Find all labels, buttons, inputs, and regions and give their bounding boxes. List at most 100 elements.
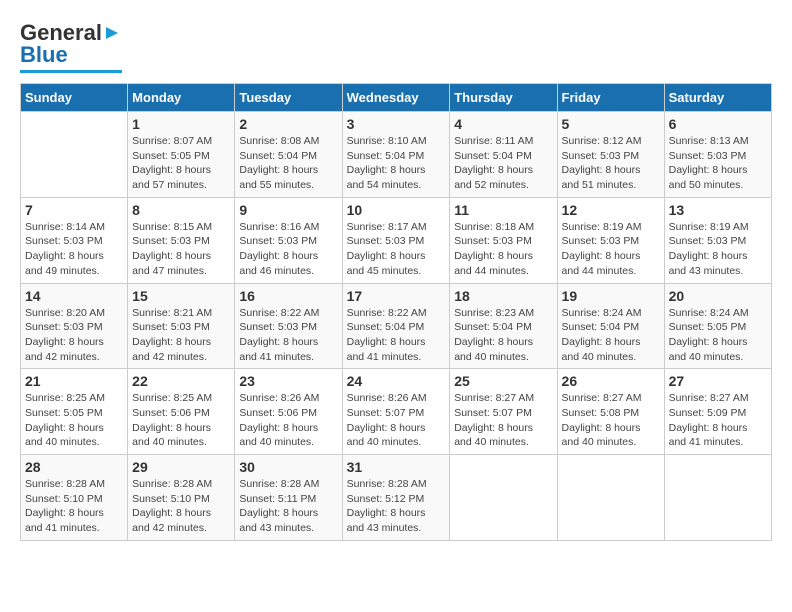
calendar-cell: 16 Sunrise: 8:22 AM Sunset: 5:03 PM Dayli… <box>235 283 342 369</box>
day-number: 2 <box>239 116 337 132</box>
day-info: Sunrise: 8:07 AM Sunset: 5:05 PM Dayligh… <box>132 134 230 193</box>
day-info: Sunrise: 8:08 AM Sunset: 5:04 PM Dayligh… <box>239 134 337 193</box>
day-info: Sunrise: 8:20 AM Sunset: 5:03 PM Dayligh… <box>25 306 123 365</box>
calendar-cell: 14 Sunrise: 8:20 AM Sunset: 5:03 PM Dayli… <box>21 283 128 369</box>
day-number: 21 <box>25 373 123 389</box>
day-info: Sunrise: 8:19 AM Sunset: 5:03 PM Dayligh… <box>562 220 660 279</box>
calendar-cell <box>450 455 557 541</box>
calendar-cell: 5 Sunrise: 8:12 AM Sunset: 5:03 PM Daylig… <box>557 112 664 198</box>
day-info: Sunrise: 8:17 AM Sunset: 5:03 PM Dayligh… <box>347 220 446 279</box>
day-info: Sunrise: 8:15 AM Sunset: 5:03 PM Dayligh… <box>132 220 230 279</box>
day-number: 20 <box>669 288 767 304</box>
calendar-week-row: 1 Sunrise: 8:07 AM Sunset: 5:05 PM Daylig… <box>21 112 772 198</box>
day-info: Sunrise: 8:16 AM Sunset: 5:03 PM Dayligh… <box>239 220 337 279</box>
calendar-cell: 27Sunrise: 8:27 AM Sunset: 5:09 PM Dayli… <box>664 369 771 455</box>
day-info: Sunrise: 8:14 AM Sunset: 5:03 PM Dayligh… <box>25 220 123 279</box>
day-info: Sunrise: 8:24 AM Sunset: 5:05 PM Dayligh… <box>669 306 767 365</box>
calendar-cell: 30 Sunrise: 8:28 AM Sunset: 5:11 PM Dayli… <box>235 455 342 541</box>
day-number: 27 <box>669 373 767 389</box>
calendar-cell <box>21 112 128 198</box>
day-number: 13 <box>669 202 767 218</box>
day-number: 6 <box>669 116 767 132</box>
day-header-monday: Monday <box>128 84 235 112</box>
day-number: 29 <box>132 459 230 475</box>
calendar-week-row: 14 Sunrise: 8:20 AM Sunset: 5:03 PM Dayli… <box>21 283 772 369</box>
day-number: 5 <box>562 116 660 132</box>
day-info: Sunrise: 8:22 AM Sunset: 5:04 PM Dayligh… <box>347 306 446 365</box>
day-info: Sunrise: 8:13 AM Sunset: 5:03 PM Dayligh… <box>669 134 767 193</box>
calendar-cell: 3 Sunrise: 8:10 AM Sunset: 5:04 PM Daylig… <box>342 112 450 198</box>
day-info: Sunrise: 8:27 AM Sunset: 5:07 PM Dayligh… <box>454 391 552 450</box>
day-info: Sunrise: 8:12 AM Sunset: 5:03 PM Dayligh… <box>562 134 660 193</box>
day-info: Sunrise: 8:26 AM Sunset: 5:07 PM Dayligh… <box>347 391 446 450</box>
day-number: 8 <box>132 202 230 218</box>
calendar-week-row: 7 Sunrise: 8:14 AM Sunset: 5:03 PM Daylig… <box>21 197 772 283</box>
calendar-cell: 11 Sunrise: 8:18 AM Sunset: 5:03 PM Dayli… <box>450 197 557 283</box>
day-number: 9 <box>239 202 337 218</box>
calendar-cell: 6 Sunrise: 8:13 AM Sunset: 5:03 PM Daylig… <box>664 112 771 198</box>
day-info: Sunrise: 8:28 AM Sunset: 5:11 PM Dayligh… <box>239 477 337 536</box>
day-number: 30 <box>239 459 337 475</box>
day-number: 12 <box>562 202 660 218</box>
calendar-cell: 25 Sunrise: 8:27 AM Sunset: 5:07 PM Dayli… <box>450 369 557 455</box>
calendar-cell: 20 Sunrise: 8:24 AM Sunset: 5:05 PM Dayli… <box>664 283 771 369</box>
day-info: Sunrise: 8:11 AM Sunset: 5:04 PM Dayligh… <box>454 134 552 193</box>
day-info: Sunrise: 8:19 AM Sunset: 5:03 PM Dayligh… <box>669 220 767 279</box>
day-info: Sunrise: 8:28 AM Sunset: 5:10 PM Dayligh… <box>25 477 123 536</box>
calendar-cell: 31 Sunrise: 8:28 AM Sunset: 5:12 PM Dayli… <box>342 455 450 541</box>
calendar-cell: 12 Sunrise: 8:19 AM Sunset: 5:03 PM Dayli… <box>557 197 664 283</box>
calendar-cell: 8 Sunrise: 8:15 AM Sunset: 5:03 PM Daylig… <box>128 197 235 283</box>
logo: General Blue <box>20 20 122 73</box>
day-number: 23 <box>239 373 337 389</box>
calendar-week-row: 21Sunrise: 8:25 AM Sunset: 5:05 PM Dayli… <box>21 369 772 455</box>
logo-text-blue: Blue <box>20 42 68 68</box>
day-number: 1 <box>132 116 230 132</box>
calendar-table: SundayMondayTuesdayWednesdayThursdayFrid… <box>20 83 772 541</box>
day-info: Sunrise: 8:28 AM Sunset: 5:12 PM Dayligh… <box>347 477 446 536</box>
day-number: 18 <box>454 288 552 304</box>
calendar-cell: 17 Sunrise: 8:22 AM Sunset: 5:04 PM Dayli… <box>342 283 450 369</box>
day-info: Sunrise: 8:22 AM Sunset: 5:03 PM Dayligh… <box>239 306 337 365</box>
day-number: 24 <box>347 373 446 389</box>
day-info: Sunrise: 8:10 AM Sunset: 5:04 PM Dayligh… <box>347 134 446 193</box>
day-info: Sunrise: 8:21 AM Sunset: 5:03 PM Dayligh… <box>132 306 230 365</box>
day-header-wednesday: Wednesday <box>342 84 450 112</box>
page-header: General Blue <box>20 20 772 73</box>
day-info: Sunrise: 8:18 AM Sunset: 5:03 PM Dayligh… <box>454 220 552 279</box>
day-number: 14 <box>25 288 123 304</box>
calendar-cell <box>557 455 664 541</box>
day-number: 10 <box>347 202 446 218</box>
calendar-cell: 15Sunrise: 8:21 AM Sunset: 5:03 PM Dayli… <box>128 283 235 369</box>
day-info: Sunrise: 8:26 AM Sunset: 5:06 PM Dayligh… <box>239 391 337 450</box>
day-number: 28 <box>25 459 123 475</box>
day-number: 17 <box>347 288 446 304</box>
day-number: 16 <box>239 288 337 304</box>
day-info: Sunrise: 8:28 AM Sunset: 5:10 PM Dayligh… <box>132 477 230 536</box>
day-number: 25 <box>454 373 552 389</box>
logo-arrow-icon <box>102 23 122 43</box>
calendar-cell: 28 Sunrise: 8:28 AM Sunset: 5:10 PM Dayli… <box>21 455 128 541</box>
day-number: 11 <box>454 202 552 218</box>
calendar-cell: 29 Sunrise: 8:28 AM Sunset: 5:10 PM Dayli… <box>128 455 235 541</box>
calendar-cell: 4 Sunrise: 8:11 AM Sunset: 5:04 PM Daylig… <box>450 112 557 198</box>
day-header-thursday: Thursday <box>450 84 557 112</box>
day-info: Sunrise: 8:24 AM Sunset: 5:04 PM Dayligh… <box>562 306 660 365</box>
calendar-header-row: SundayMondayTuesdayWednesdayThursdayFrid… <box>21 84 772 112</box>
day-number: 19 <box>562 288 660 304</box>
calendar-week-row: 28 Sunrise: 8:28 AM Sunset: 5:10 PM Dayli… <box>21 455 772 541</box>
calendar-cell: 21Sunrise: 8:25 AM Sunset: 5:05 PM Dayli… <box>21 369 128 455</box>
day-number: 7 <box>25 202 123 218</box>
day-number: 4 <box>454 116 552 132</box>
day-header-friday: Friday <box>557 84 664 112</box>
logo-underline <box>20 70 122 73</box>
day-info: Sunrise: 8:27 AM Sunset: 5:08 PM Dayligh… <box>562 391 660 450</box>
calendar-cell: 24 Sunrise: 8:26 AM Sunset: 5:07 PM Dayli… <box>342 369 450 455</box>
day-info: Sunrise: 8:23 AM Sunset: 5:04 PM Dayligh… <box>454 306 552 365</box>
day-number: 3 <box>347 116 446 132</box>
calendar-cell <box>664 455 771 541</box>
day-header-saturday: Saturday <box>664 84 771 112</box>
day-number: 26 <box>562 373 660 389</box>
day-number: 31 <box>347 459 446 475</box>
calendar-cell: 9 Sunrise: 8:16 AM Sunset: 5:03 PM Daylig… <box>235 197 342 283</box>
day-number: 22 <box>132 373 230 389</box>
